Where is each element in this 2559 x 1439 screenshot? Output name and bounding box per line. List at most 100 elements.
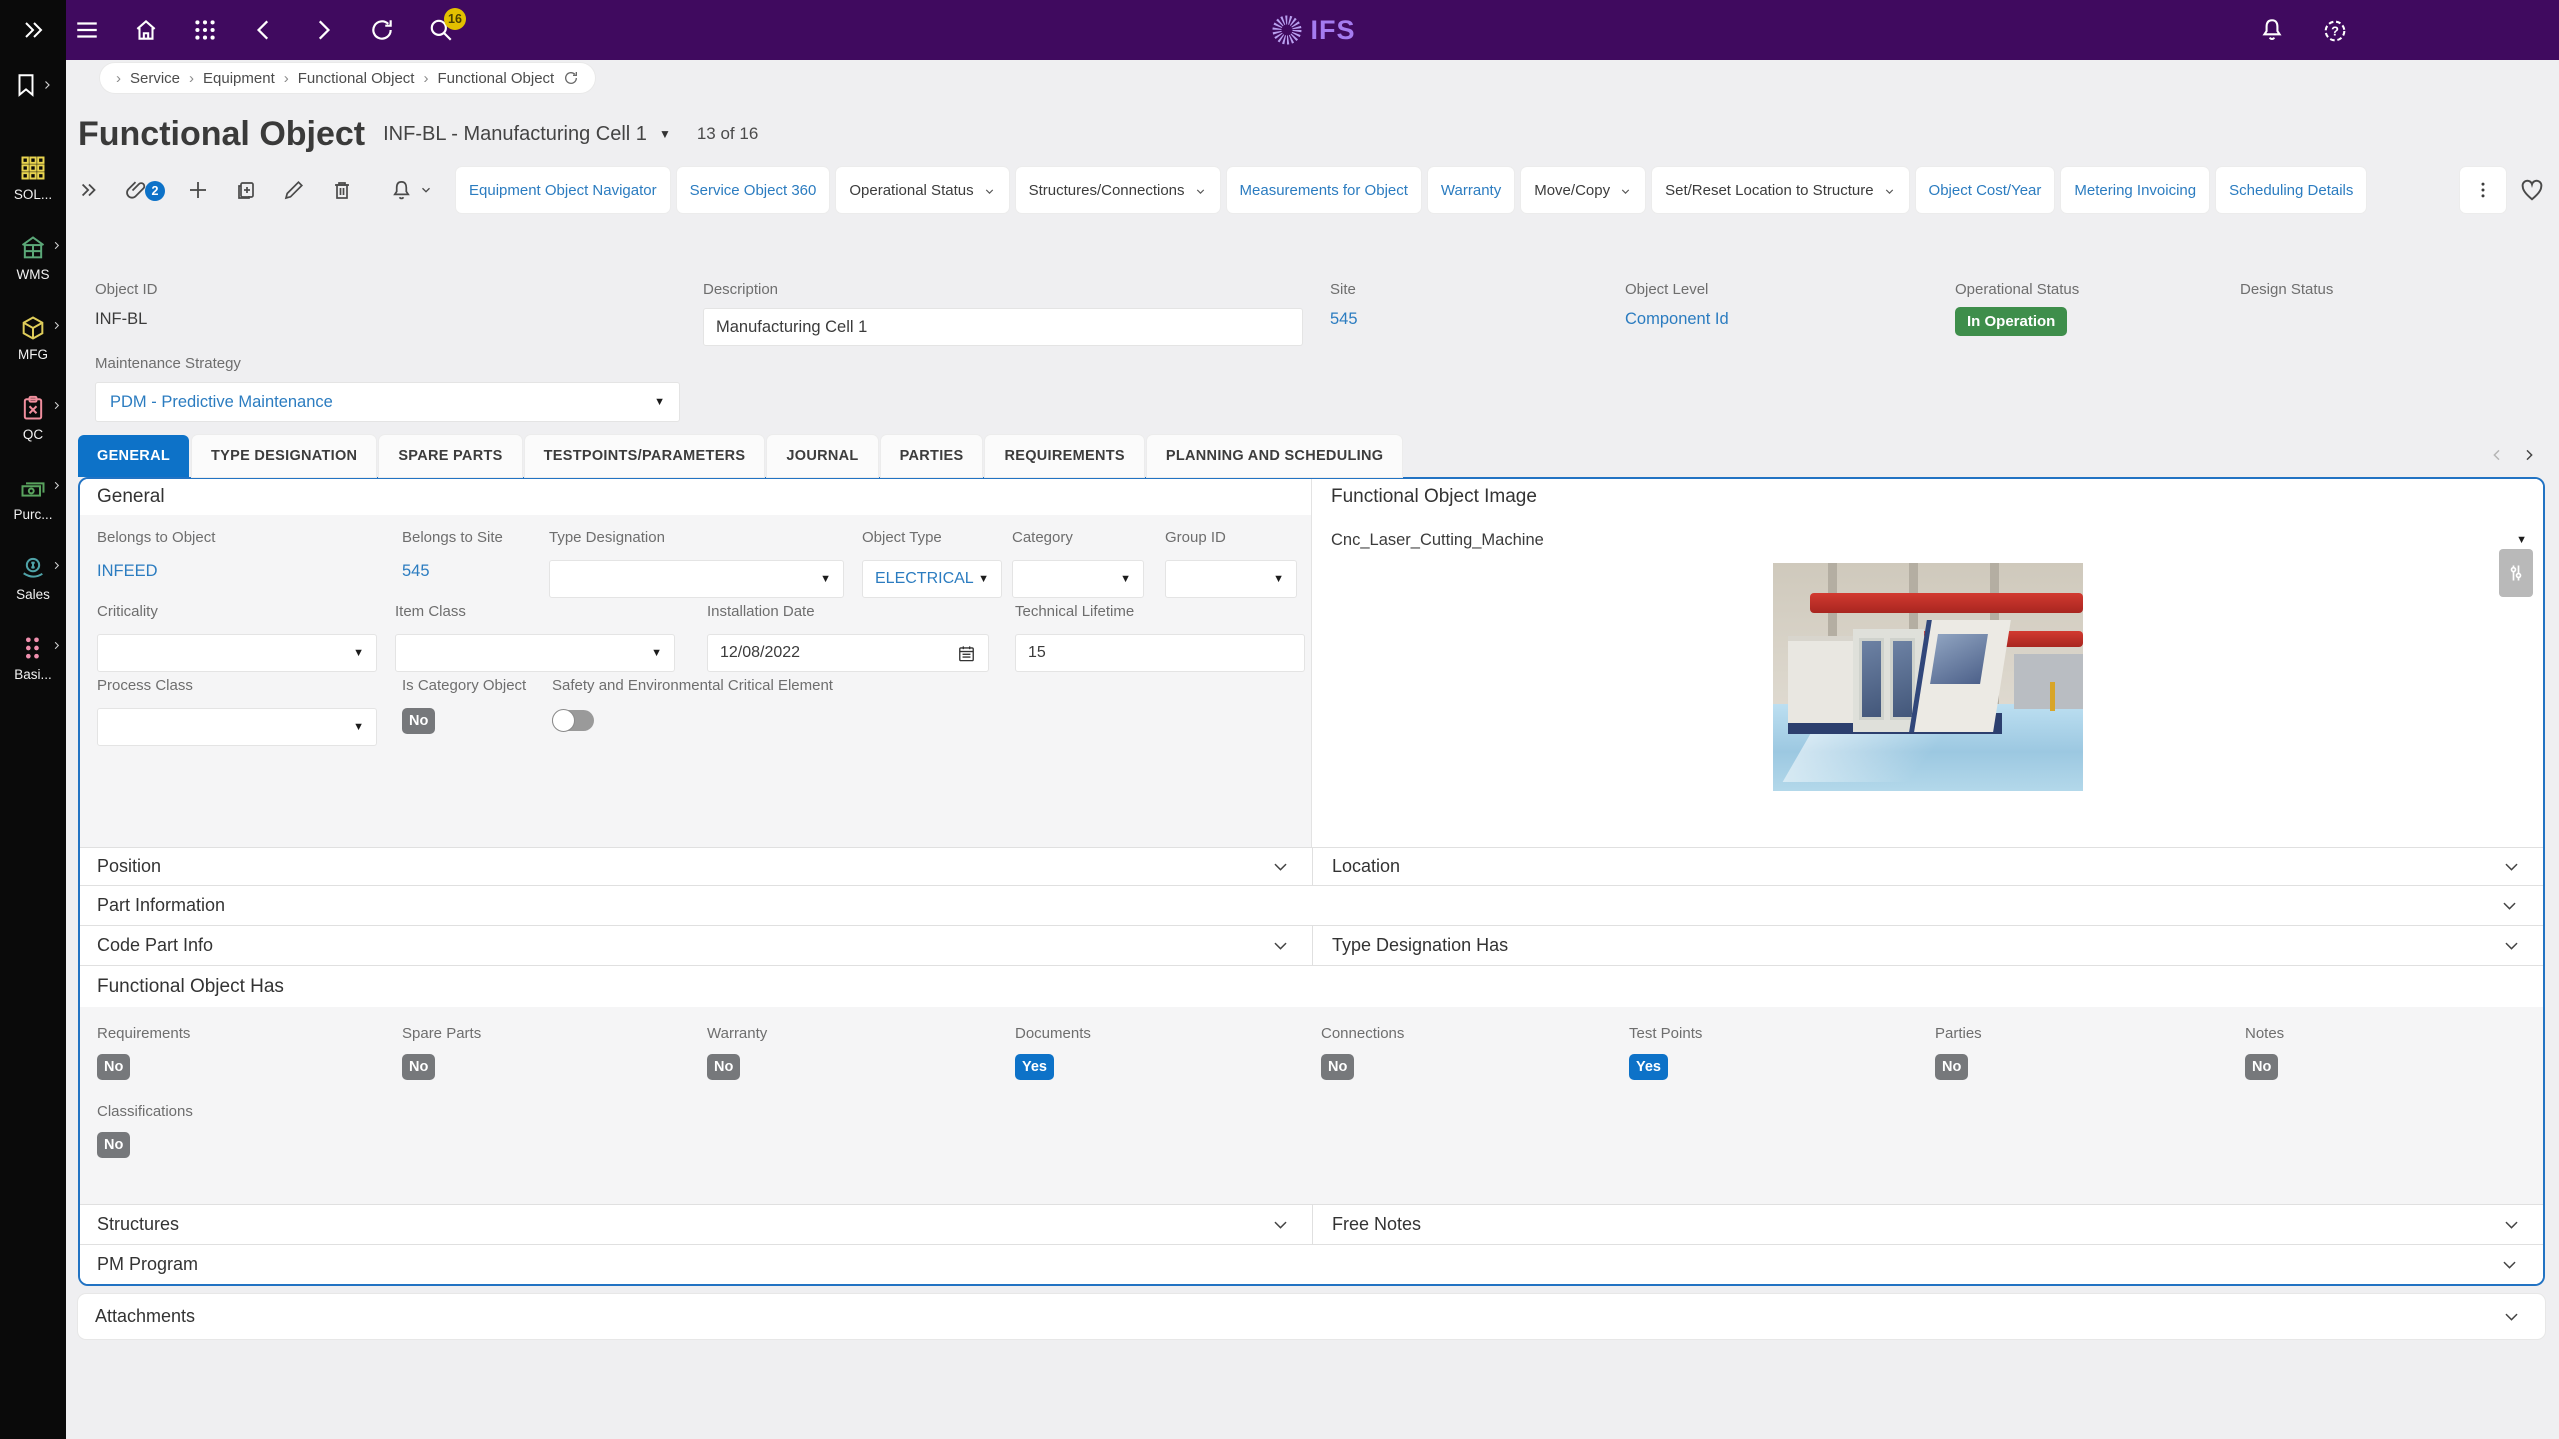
- breadcrumb-bar: › Service › Equipment › Functional Objec…: [66, 60, 2559, 96]
- part-information-section-header[interactable]: Part Information: [80, 886, 2543, 925]
- tab-scroll-right-icon[interactable]: [2521, 447, 2537, 463]
- sidebar-item-purchasing[interactable]: Purc...: [0, 458, 66, 538]
- sidebar-item-mfg[interactable]: MFG: [0, 298, 66, 378]
- service-object-360-button[interactable]: Service Object 360: [677, 167, 830, 213]
- type-designation-has-section-header[interactable]: Type Designation Has: [1312, 926, 2543, 965]
- tab-journal[interactable]: JOURNAL: [767, 435, 877, 477]
- app-rail: SOL... WMS MFG QC: [0, 0, 66, 1439]
- criticality-select[interactable]: ▼: [97, 634, 377, 672]
- technical-lifetime-field[interactable]: 15: [1015, 634, 1305, 672]
- sidebar-item-label: Purc...: [13, 507, 52, 522]
- breadcrumb: › Service › Equipment › Functional Objec…: [100, 63, 595, 93]
- edit-icon[interactable]: [282, 178, 306, 202]
- warranty-button[interactable]: Warranty: [1428, 167, 1514, 213]
- type-designation-select[interactable]: ▼: [549, 560, 844, 598]
- forward-icon[interactable]: [310, 17, 336, 43]
- sidebar-item-wms[interactable]: WMS: [0, 218, 66, 298]
- sidebar-item-label: SOL...: [14, 187, 52, 202]
- sidebar-item-sales[interactable]: Sales: [0, 538, 66, 618]
- notifications-bell-icon[interactable]: [2259, 17, 2285, 43]
- tab-type-designation[interactable]: TYPE DESIGNATION: [192, 435, 376, 477]
- search-icon[interactable]: 16: [428, 17, 454, 43]
- help-support-icon[interactable]: ?: [2321, 17, 2347, 43]
- image-adjust-button[interactable]: [2499, 549, 2533, 597]
- belongs-to-object-link[interactable]: INFEED: [97, 562, 215, 581]
- set-reset-location-dropdown[interactable]: Set/Reset Location to Structure: [1652, 167, 1908, 213]
- attachments-icon[interactable]: 2: [124, 178, 148, 202]
- hamburger-menu-icon[interactable]: [74, 17, 100, 43]
- subscribe-bell-icon[interactable]: [390, 179, 413, 202]
- pm-program-section-header[interactable]: PM Program: [80, 1245, 2543, 1284]
- installation-date-field[interactable]: 12/08/2022: [707, 634, 989, 672]
- home-icon[interactable]: [133, 17, 159, 43]
- connections-badge: No: [1321, 1054, 1354, 1080]
- group-id-label: Group ID: [1165, 529, 1297, 546]
- tab-parties[interactable]: PARTIES: [881, 435, 983, 477]
- tab-testpoints-parameters[interactable]: TESTPOINTS/PARAMETERS: [525, 435, 765, 477]
- maintenance-strategy-select[interactable]: PDM - Predictive Maintenance ▼: [95, 382, 680, 422]
- image-name-select[interactable]: Cnc_Laser_Cutting_Machine ▼: [1331, 523, 2527, 557]
- operational-status-dropdown[interactable]: Operational Status: [836, 167, 1008, 213]
- item-class-select[interactable]: ▼: [395, 634, 675, 672]
- category-select[interactable]: ▼: [1012, 560, 1144, 598]
- spare-parts-badge: No: [402, 1054, 435, 1080]
- belongs-to-site-link[interactable]: 545: [402, 562, 503, 581]
- position-section-header[interactable]: Position: [80, 848, 1312, 885]
- sidebar-item-basic-data[interactable]: Basi...: [0, 618, 66, 698]
- app-launcher-icon[interactable]: [192, 17, 218, 43]
- rail-expand-button[interactable]: [0, 0, 66, 60]
- clipboard-x-icon: [19, 394, 47, 422]
- search-count-badge: 16: [444, 8, 466, 30]
- chevron-down-icon: [2500, 896, 2519, 915]
- delete-icon[interactable]: [330, 178, 354, 202]
- object-cost-year-button[interactable]: Object Cost/Year: [1916, 167, 2055, 213]
- tab-general[interactable]: GENERAL: [78, 435, 189, 477]
- tab-planning-and-scheduling[interactable]: PLANNING AND SCHEDULING: [1147, 435, 1402, 477]
- breadcrumb-refresh-icon[interactable]: [563, 70, 579, 86]
- metering-invoicing-button[interactable]: Metering Invoicing: [2061, 167, 2209, 213]
- sidebar-item-solution-manager[interactable]: SOL...: [0, 138, 66, 218]
- code-part-info-section-header[interactable]: Code Part Info: [80, 926, 1312, 965]
- safety-critical-toggle[interactable]: [552, 710, 594, 731]
- favorite-heart-icon[interactable]: [2519, 177, 2545, 203]
- attachments-section-header[interactable]: Attachments: [78, 1294, 2545, 1339]
- structures-section-header[interactable]: Structures: [80, 1205, 1312, 1244]
- breadcrumb-item-equipment[interactable]: Equipment: [203, 70, 275, 87]
- item-class-label: Item Class: [395, 603, 675, 620]
- bell-caret-down-icon[interactable]: [419, 183, 433, 197]
- group-id-select[interactable]: ▼: [1165, 560, 1297, 598]
- record-header-form: Object ID INF-BL Description Site 545 Ob…: [78, 266, 2559, 425]
- location-section-header[interactable]: Location: [1312, 848, 2543, 885]
- tab-requirements[interactable]: REQUIREMENTS: [985, 435, 1143, 477]
- duplicate-icon[interactable]: [234, 178, 258, 202]
- sidebar-item-qc[interactable]: QC: [0, 378, 66, 458]
- object-type-select[interactable]: ELECTRICAL -... ▼: [862, 560, 1002, 598]
- notes-badge: No: [2245, 1054, 2278, 1080]
- description-field[interactable]: [703, 308, 1303, 346]
- record-selector[interactable]: INF-BL - Manufacturing Cell 1 ▼: [383, 123, 671, 146]
- record-pager: 13 of 16: [697, 124, 758, 144]
- process-class-select[interactable]: ▼: [97, 708, 377, 746]
- calendar-icon[interactable]: [957, 644, 976, 663]
- free-notes-section-header[interactable]: Free Notes: [1312, 1205, 2543, 1244]
- move-copy-dropdown[interactable]: Move/Copy: [1521, 167, 1645, 213]
- expand-commands-icon[interactable]: [78, 179, 100, 201]
- breadcrumb-item-functional-object-page[interactable]: Functional Object: [437, 70, 554, 87]
- equipment-object-navigator-button[interactable]: Equipment Object Navigator: [456, 167, 670, 213]
- object-level-link[interactable]: Component Id: [1625, 310, 1729, 329]
- site-link[interactable]: 545: [1330, 310, 1358, 329]
- structures-connections-dropdown[interactable]: Structures/Connections: [1016, 167, 1220, 213]
- scheduling-details-button[interactable]: Scheduling Details: [2216, 167, 2366, 213]
- measurements-for-object-button[interactable]: Measurements for Object: [1227, 167, 1421, 213]
- bookmarks-button[interactable]: [0, 72, 66, 98]
- back-icon[interactable]: [251, 17, 277, 43]
- more-options-button[interactable]: [2460, 167, 2506, 213]
- operational-status-label: Operational Status: [1955, 281, 2079, 298]
- breadcrumb-item-service[interactable]: Service: [130, 70, 180, 87]
- tab-spare-parts[interactable]: SPARE PARTS: [379, 435, 521, 477]
- add-icon[interactable]: [186, 178, 210, 202]
- refresh-icon[interactable]: [369, 17, 395, 43]
- general-section-heading: General: [80, 479, 1311, 515]
- breadcrumb-item-functional-object[interactable]: Functional Object: [298, 70, 415, 87]
- tab-scroll-left-icon[interactable]: [2489, 447, 2505, 463]
